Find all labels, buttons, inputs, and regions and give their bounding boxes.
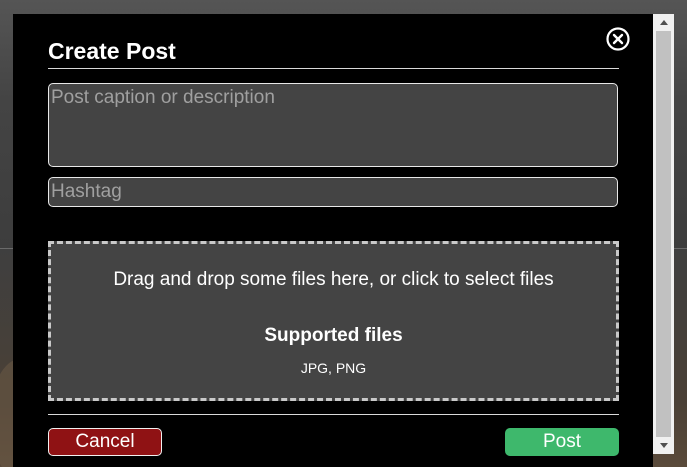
supported-files-heading: Supported files [264,325,403,346]
arrow-down-icon [659,443,668,448]
scroll-thumb[interactable] [656,31,671,437]
footer-divider [48,414,619,415]
modal-header: Create Post [48,27,630,69]
post-button[interactable]: Post [505,428,619,456]
supported-file-types: JPG, PNG [300,360,367,376]
hashtag-input[interactable] [48,177,618,207]
scroll-down-button[interactable] [653,437,674,454]
file-dropzone[interactable]: Drag and drop some files here, or click … [48,241,619,401]
close-button[interactable] [605,26,631,52]
caption-input[interactable] [48,83,618,167]
arrow-up-icon [659,20,668,25]
scroll-up-button[interactable] [653,14,674,31]
close-circle-icon [606,27,630,51]
dropzone-instruction: Drag and drop some files here, or click … [113,269,554,290]
create-post-modal: Create Post Drag and drop some files her… [13,14,653,467]
modal-title: Create Post [48,38,176,64]
modal-scrollbar[interactable] [653,14,674,454]
cancel-button[interactable]: Cancel [48,428,162,456]
